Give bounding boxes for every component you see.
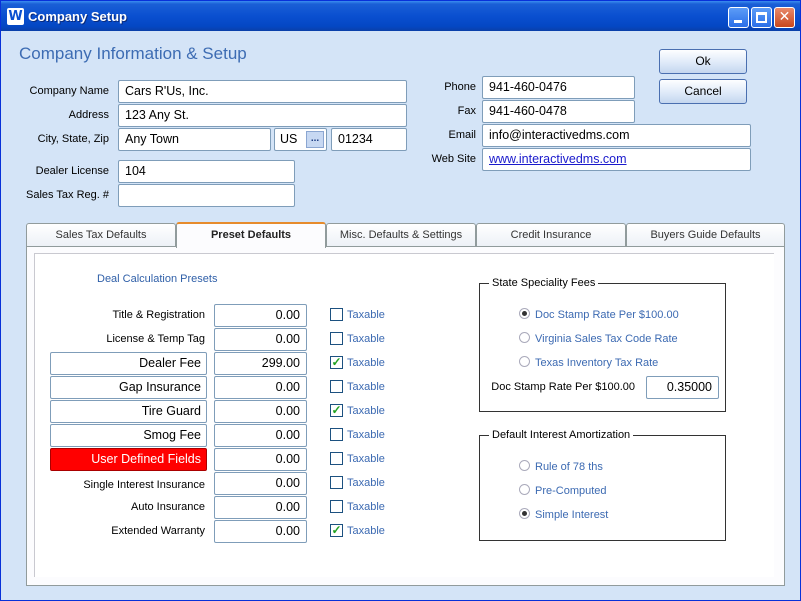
email-field[interactable]: info@interactivedms.com <box>482 124 751 147</box>
close-button[interactable]: ✕ <box>774 7 795 28</box>
preset-label: Title & Registration <box>112 309 205 321</box>
taxable-checkbox[interactable] <box>330 476 343 489</box>
preset-label: License & Temp Tag <box>106 333 205 345</box>
rule-of-78-radio[interactable] <box>519 460 530 471</box>
phone-field[interactable]: 941-460-0476 <box>482 76 635 99</box>
sales-tax-reg-label: Sales Tax Reg. # <box>26 189 109 201</box>
taxable-label: Taxable <box>347 309 385 321</box>
tab-buyers-guide-defaults[interactable]: Buyers Guide Defaults <box>626 223 785 247</box>
dealer-fee-button[interactable]: Dealer Fee <box>50 352 207 375</box>
doc-stamp-radio-label[interactable]: Doc Stamp Rate Per $100.00 <box>535 309 679 321</box>
taxable-checkbox[interactable] <box>330 332 343 345</box>
taxable-checkbox[interactable]: ✓ <box>330 404 343 417</box>
virginia-tax-radio[interactable] <box>519 332 530 343</box>
sales-tax-reg-field[interactable] <box>118 184 295 207</box>
tire-guard-button[interactable]: Tire Guard <box>50 400 207 423</box>
preset-value-field[interactable]: 299.00 <box>214 352 307 375</box>
company-setup-window: W Company Setup ✕ Company Information & … <box>0 0 801 601</box>
pre-computed-radio[interactable] <box>519 484 530 495</box>
smog-fee-button[interactable]: Smog Fee <box>50 424 207 447</box>
preset-value-field[interactable]: 0.00 <box>214 304 307 327</box>
taxable-label: Taxable <box>347 453 385 465</box>
preset-value-field[interactable]: 0.00 <box>214 448 307 471</box>
taxable-label: Taxable <box>347 477 385 489</box>
fax-field[interactable]: 941-460-0478 <box>482 100 635 123</box>
maximize-icon <box>756 12 767 23</box>
tab-credit-insurance[interactable]: Credit Insurance <box>476 223 626 247</box>
preset-value-field[interactable]: 0.00 <box>214 520 307 543</box>
fax-label: Fax <box>457 105 476 117</box>
preset-label: Extended Warranty <box>111 525 205 537</box>
simple-interest-radio[interactable] <box>519 508 530 519</box>
window-title: Company Setup <box>28 9 127 24</box>
taxable-checkbox[interactable]: ✓ <box>330 356 343 369</box>
taxable-label: Taxable <box>347 501 385 513</box>
city-state-zip-label: City, State, Zip <box>37 133 109 145</box>
taxable-label: Taxable <box>347 357 385 369</box>
minimize-icon <box>734 20 742 23</box>
user-defined-fields-button[interactable]: User Defined Fields <box>50 448 207 471</box>
website-field[interactable]: www.interactivedms.com <box>482 148 751 171</box>
taxable-checkbox[interactable]: ✓ <box>330 524 343 537</box>
maximize-button[interactable] <box>751 7 772 28</box>
state-fees-title: State Speciality Fees <box>489 277 599 289</box>
taxable-label: Taxable <box>347 381 385 393</box>
email-label: Email <box>448 129 476 141</box>
preset-value-field[interactable]: 0.00 <box>214 496 307 519</box>
pre-computed-radio-label[interactable]: Pre-Computed <box>535 485 607 497</box>
preset-value-field[interactable]: 0.00 <box>214 424 307 447</box>
taxable-checkbox[interactable] <box>330 308 343 321</box>
taxable-checkbox[interactable] <box>330 428 343 441</box>
cancel-button[interactable]: Cancel <box>659 79 747 104</box>
preset-value-field[interactable]: 0.00 <box>214 328 307 351</box>
dealer-license-field[interactable]: 104 <box>118 160 295 183</box>
preset-value-field[interactable]: 0.00 <box>214 472 307 495</box>
preset-label: Auto Insurance <box>131 501 205 513</box>
rule-of-78-radio-label[interactable]: Rule of 78 ths <box>535 461 603 473</box>
tab-misc-defaults[interactable]: Misc. Defaults & Settings <box>326 223 476 247</box>
taxable-checkbox[interactable] <box>330 452 343 465</box>
doc-stamp-rate-field[interactable]: 0.35000 <box>646 376 719 399</box>
gap-insurance-button[interactable]: Gap Insurance <box>50 376 207 399</box>
city-field[interactable]: Any Town <box>118 128 271 151</box>
texas-tax-radio[interactable] <box>519 356 530 367</box>
zip-field[interactable]: 01234 <box>331 128 407 151</box>
phone-label: Phone <box>444 81 476 93</box>
state-lookup-button[interactable]: ... <box>306 131 324 148</box>
section-title: Deal Calculation Presets <box>97 273 218 285</box>
title-bar[interactable]: W Company Setup ✕ <box>1 1 800 31</box>
virginia-tax-radio-label[interactable]: Virginia Sales Tax Code Rate <box>535 333 678 345</box>
taxable-label: Taxable <box>347 405 385 417</box>
taxable-checkbox[interactable] <box>330 500 343 513</box>
taxable-checkbox[interactable] <box>330 380 343 393</box>
tab-preset-defaults[interactable]: Preset Defaults <box>176 222 326 248</box>
amortization-title: Default Interest Amortization <box>489 429 634 441</box>
doc-stamp-rate-label: Doc Stamp Rate Per $100.00 <box>491 381 635 393</box>
ok-button[interactable]: Ok <box>659 49 747 74</box>
texas-tax-radio-label[interactable]: Texas Inventory Tax Rate <box>535 357 658 369</box>
preset-label: Single Interest Insurance <box>83 479 205 491</box>
taxable-label: Taxable <box>347 525 385 537</box>
address-label: Address <box>68 109 109 121</box>
company-name-label: Company Name <box>29 85 109 97</box>
doc-stamp-radio[interactable] <box>519 308 530 319</box>
close-icon: ✕ <box>778 9 791 25</box>
preset-value-field[interactable]: 0.00 <box>214 376 307 399</box>
dealer-license-label: Dealer License <box>35 165 109 177</box>
tab-sales-tax-defaults[interactable]: Sales Tax Defaults <box>26 223 176 247</box>
website-label: Web Site <box>431 153 476 165</box>
taxable-label: Taxable <box>347 429 385 441</box>
address-field[interactable]: 123 Any St. <box>118 104 407 127</box>
simple-interest-radio-label[interactable]: Simple Interest <box>535 509 608 521</box>
taxable-label: Taxable <box>347 333 385 345</box>
company-name-field[interactable]: Cars R'Us, Inc. <box>118 80 407 103</box>
preset-value-field[interactable]: 0.00 <box>214 400 307 423</box>
app-icon: W <box>7 8 24 25</box>
minimize-button[interactable] <box>728 7 749 28</box>
page-title: Company Information & Setup <box>19 44 247 63</box>
